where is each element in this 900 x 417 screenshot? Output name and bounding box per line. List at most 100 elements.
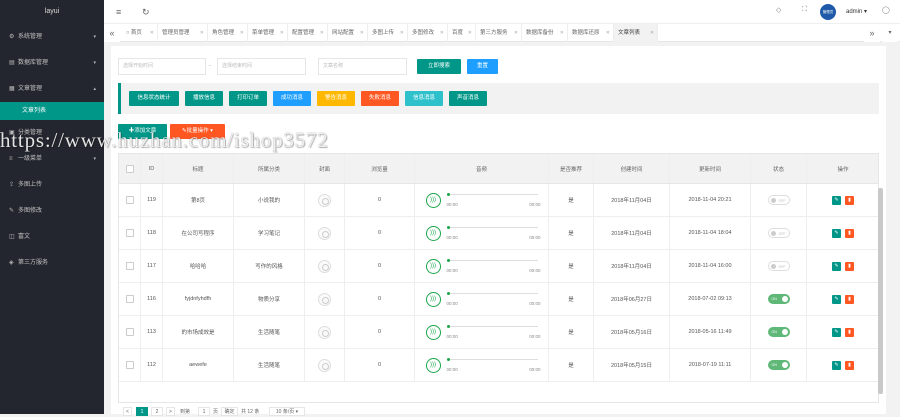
pager-prev[interactable]: < [123, 407, 132, 416]
row-checkbox[interactable] [125, 295, 134, 303]
sidebar-item-items2-4[interactable]: ◫ 富文 [0, 224, 104, 250]
edit-icon[interactable]: ✎ [832, 360, 841, 370]
tab-11[interactable]: 数据库还原 ✕ [568, 24, 614, 42]
status-toggle[interactable]: ON [767, 327, 790, 337]
audio-progress-track[interactable] [449, 227, 538, 228]
sidebar-item-items-0[interactable]: ⚙ 系统管理 ▾ [0, 24, 104, 50]
fullscreen-icon[interactable]: ⛶ [802, 6, 807, 14]
row-checkbox[interactable] [125, 328, 134, 336]
close-icon[interactable]: ✕ [440, 24, 444, 42]
scrollbar[interactable] [878, 188, 883, 394]
tab-12[interactable]: 文章列表 ✕ [614, 24, 658, 42]
close-icon[interactable]: ✕ [280, 24, 284, 42]
sidebar-item-items2-2[interactable]: ⇪ 多图上传 [0, 172, 104, 198]
avatar[interactable]: 管理员 [820, 4, 836, 20]
pager-next[interactable]: > [166, 407, 175, 416]
stat-button-0[interactable]: 信息状态统计 [129, 91, 179, 106]
audio-play-icon[interactable]: ))) [425, 226, 441, 241]
status-toggle[interactable]: ON [767, 360, 790, 370]
refresh-icon[interactable]: ↻ [142, 7, 150, 18]
delete-icon[interactable]: ▮ [845, 261, 854, 271]
tab-next-icon[interactable]: » [864, 24, 880, 42]
tab-3[interactable]: 菜单管理 ✕ [248, 24, 288, 42]
close-icon[interactable]: ✕ [150, 24, 154, 42]
select-all-checkbox[interactable] [125, 164, 134, 173]
audio-play-icon[interactable]: ))) [425, 358, 441, 373]
delete-icon[interactable]: ▮ [845, 360, 854, 370]
tab-0[interactable]: ○ 首页 ✕ [122, 24, 158, 42]
edit-icon[interactable]: ✎ [832, 195, 841, 205]
stat-button-3[interactable]: 成功消息 [273, 91, 311, 106]
sidebar-item-items2-5[interactable]: ◈ 第三方服务 [0, 250, 104, 276]
status-toggle[interactable]: OFF [767, 195, 790, 205]
stat-button-6[interactable]: 信息消息 [405, 91, 443, 106]
start-time-input[interactable]: 选择开始时间 [118, 58, 206, 75]
tab-7[interactable]: 多图修改 ✕ [408, 24, 448, 42]
title-search-input[interactable]: 文章名称 [318, 58, 407, 75]
audio-progress-track[interactable] [449, 260, 538, 261]
audio-play-icon[interactable]: ))) [425, 292, 441, 307]
close-icon[interactable]: ✕ [514, 24, 518, 42]
sidebar-item-items-1[interactable]: ▤ 数据库管理 ▾ [0, 50, 104, 76]
close-icon[interactable]: ✕ [606, 24, 610, 42]
tab-menu-icon[interactable]: ▾ [882, 24, 898, 42]
theme-icon[interactable]: ◇ [776, 6, 781, 14]
close-icon[interactable]: ✕ [360, 24, 364, 42]
pager-page-input[interactable]: 1 [198, 407, 210, 416]
row-checkbox[interactable] [125, 196, 134, 204]
delete-icon[interactable]: ▮ [845, 294, 854, 304]
row-checkbox[interactable] [125, 229, 134, 237]
message-icon[interactable]: ◯ [882, 6, 890, 14]
audio-play-icon[interactable]: ))) [425, 325, 441, 340]
menu-toggle-icon[interactable]: ≡ [116, 7, 121, 17]
edit-icon[interactable]: ✎ [832, 228, 841, 238]
edit-icon[interactable]: ✎ [832, 294, 841, 304]
audio-progress-track[interactable] [449, 326, 538, 327]
row-checkbox[interactable] [125, 361, 134, 369]
close-icon[interactable]: ✕ [560, 24, 564, 42]
close-icon[interactable]: ✕ [650, 24, 654, 42]
delete-icon[interactable]: ▮ [845, 228, 854, 238]
tab-4[interactable]: 配置管理 ✕ [288, 24, 328, 42]
audio-play-icon[interactable]: ))) [425, 259, 441, 274]
stat-button-4[interactable]: 警告消息 [317, 91, 355, 106]
tab-2[interactable]: 角色管理 ✕ [208, 24, 248, 42]
stat-button-2[interactable]: 打印订单 [229, 91, 267, 106]
tab-prev-icon[interactable]: « [104, 24, 120, 42]
tab-5[interactable]: 网站配置 ✕ [328, 24, 368, 42]
audio-progress-track[interactable] [449, 359, 538, 360]
stat-button-5[interactable]: 失败消息 [361, 91, 399, 106]
sidebar-item-article-list[interactable]: 文章列表 [0, 102, 104, 120]
reset-button[interactable]: 重置 [467, 59, 498, 74]
user-menu[interactable]: admin ▾ [846, 8, 867, 15]
pager-page-2[interactable]: 2 [151, 407, 163, 416]
status-toggle[interactable]: ON [767, 294, 790, 304]
tab-6[interactable]: 多图上传 ✕ [368, 24, 408, 42]
stat-button-1[interactable]: 播放信息 [185, 91, 223, 106]
tab-9[interactable]: 第三方服务 ✕ [476, 24, 522, 42]
edit-icon[interactable]: ✎ [832, 327, 841, 337]
sidebar-item-items-2[interactable]: ▦ 文章管理 ▴ [0, 76, 104, 102]
close-icon[interactable]: ✕ [468, 24, 472, 42]
pager-page-1[interactable]: 1 [136, 407, 148, 416]
audio-progress-track[interactable] [449, 194, 538, 195]
search-button[interactable]: 立即搜索 [417, 59, 461, 74]
edit-icon[interactable]: ✎ [832, 261, 841, 271]
end-time-input[interactable]: 选择结束时间 [217, 58, 306, 75]
tab-8[interactable]: 百度 ✕ [448, 24, 476, 42]
tab-1[interactable]: 管理员管理 ✕ [158, 24, 208, 42]
audio-progress-track[interactable] [449, 293, 538, 294]
tab-10[interactable]: 数据库备份 ✕ [522, 24, 568, 42]
pager-confirm-button[interactable]: 确定 [221, 407, 238, 416]
audio-play-icon[interactable]: ))) [425, 193, 441, 208]
status-toggle[interactable]: OFF [767, 228, 790, 238]
close-icon[interactable]: ✕ [320, 24, 324, 42]
delete-icon[interactable]: ▮ [845, 327, 854, 337]
sidebar-item-items2-3[interactable]: ✎ 多图修改 [0, 198, 104, 224]
delete-icon[interactable]: ▮ [845, 195, 854, 205]
pager-size-select[interactable]: 10 条/页 ▾ [269, 407, 305, 416]
close-icon[interactable]: ✕ [240, 24, 244, 42]
close-icon[interactable]: ✕ [400, 24, 404, 42]
status-toggle[interactable]: OFF [767, 261, 790, 271]
stat-button-7[interactable]: 声音消息 [449, 91, 487, 106]
